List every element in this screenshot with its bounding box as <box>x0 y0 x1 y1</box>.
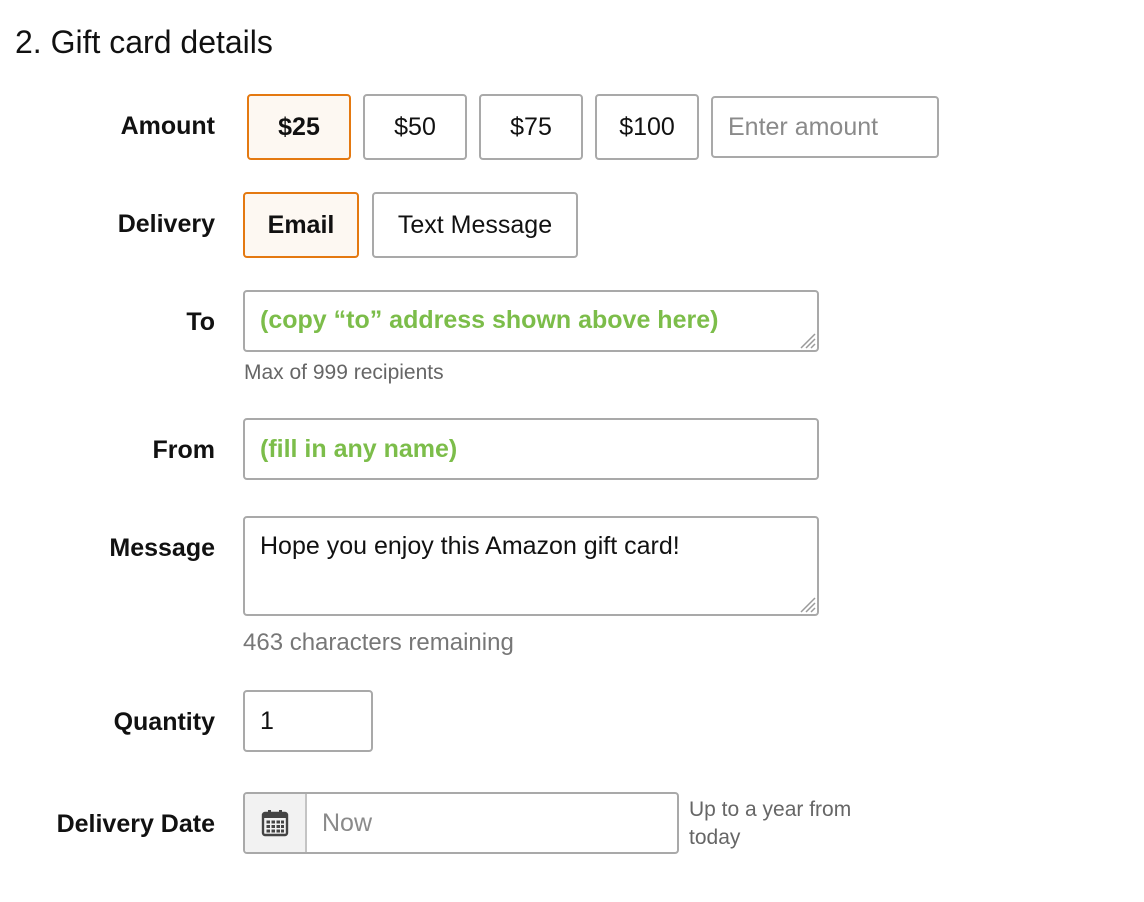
to-recipients-textarea[interactable] <box>243 290 819 352</box>
delivery-date-label: Delivery Date <box>56 810 215 838</box>
quantity-label: Quantity <box>113 708 215 736</box>
to-label: To <box>186 308 215 336</box>
characters-remaining-text: 463 characters remaining <box>243 629 514 656</box>
delivery-date-picker <box>243 792 679 854</box>
gift-card-details-form: 2. Gift card details Amount $25 $50 $75 … <box>0 0 1144 902</box>
amount-option-50-button[interactable]: $50 <box>363 94 467 160</box>
recipients-hint: Max of 999 recipients <box>244 361 444 384</box>
amount-option-25-button[interactable]: $25 <box>247 94 351 160</box>
delivery-date-input[interactable] <box>307 794 677 852</box>
delivery-date-note: Up to a year from today <box>689 798 852 849</box>
custom-amount-input[interactable] <box>711 96 939 158</box>
calendar-button[interactable] <box>245 794 307 852</box>
calendar-icon <box>261 810 289 837</box>
delivery-text-message-button[interactable]: Text Message <box>372 192 578 258</box>
message-textarea[interactable] <box>243 516 819 616</box>
section-title: 2. Gift card details <box>15 24 273 60</box>
delivery-label: Delivery <box>117 210 215 238</box>
message-label: Message <box>109 534 215 562</box>
amount-option-75-button[interactable]: $75 <box>479 94 583 160</box>
quantity-input[interactable] <box>243 690 373 752</box>
from-name-input[interactable] <box>243 418 819 480</box>
amount-option-100-button[interactable]: $100 <box>595 94 699 160</box>
delivery-email-button[interactable]: Email <box>243 192 359 258</box>
from-label: From <box>152 436 216 464</box>
amount-label: Amount <box>120 112 215 140</box>
